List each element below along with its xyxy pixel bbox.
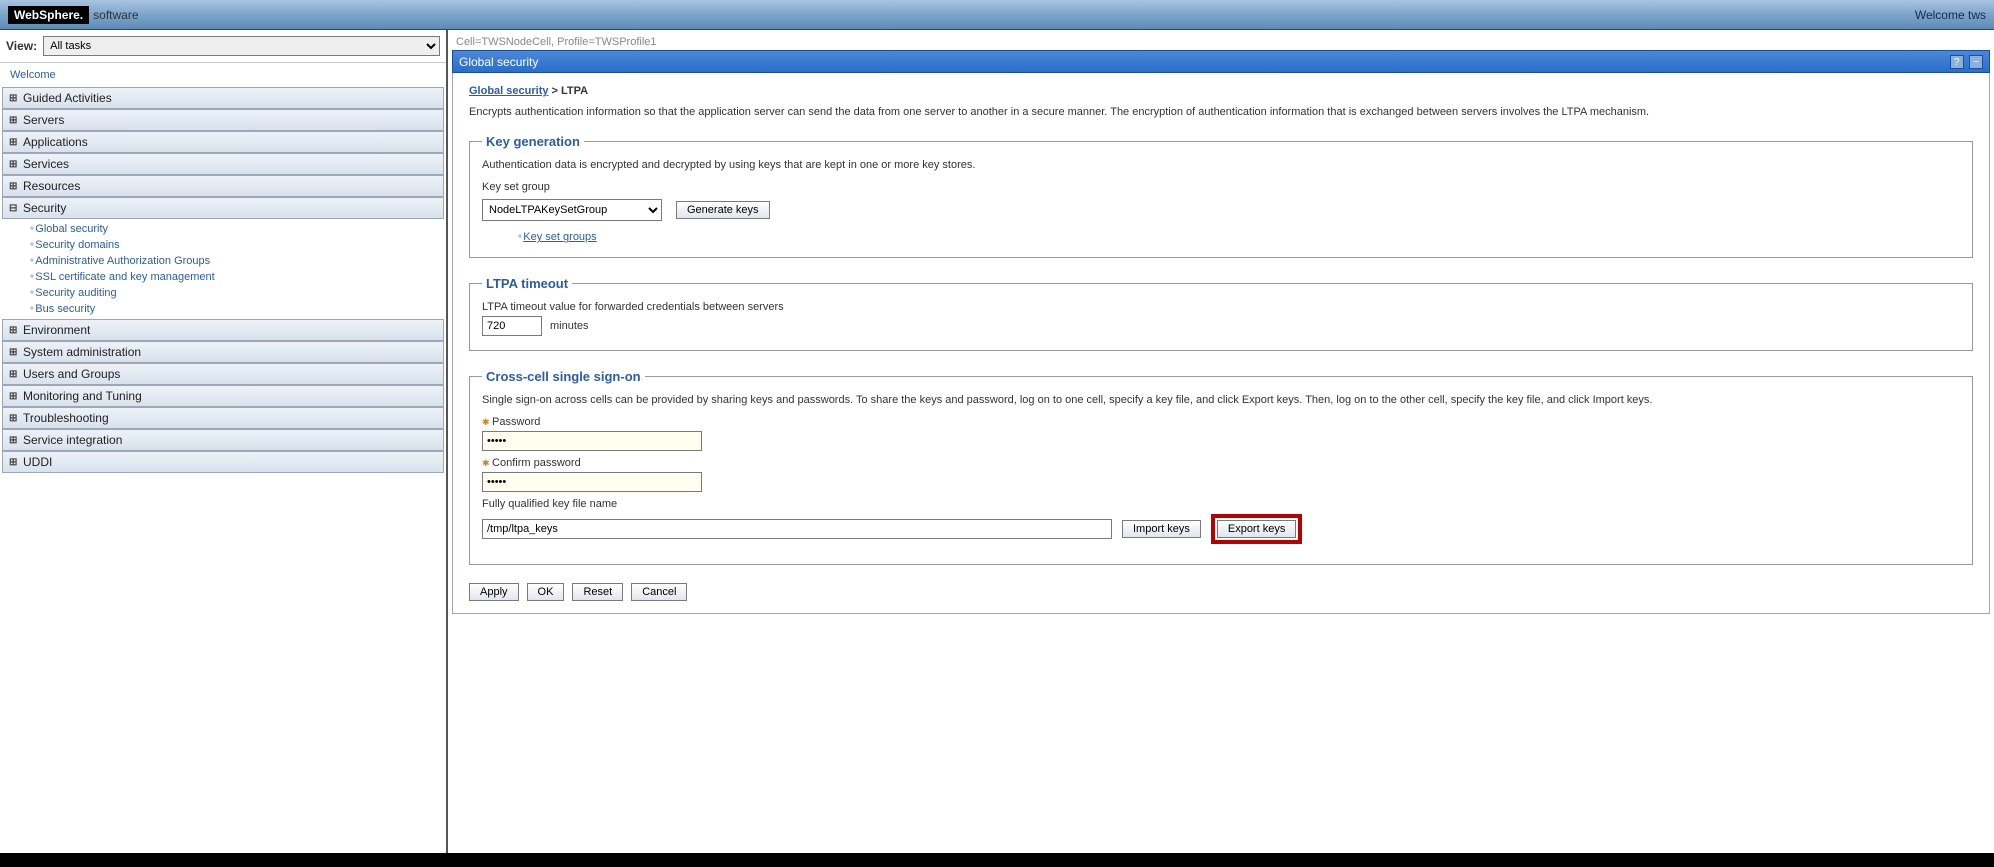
nav-section-label: Guided Activities — [23, 91, 112, 105]
nav-section-label: Monitoring and Tuning — [23, 389, 142, 403]
nav-section-label: System administration — [23, 345, 141, 359]
keygen-legend: Key generation — [482, 134, 584, 149]
nav-section-security[interactable]: ⊟ Security — [2, 197, 444, 219]
expand-icon: ⊞ — [9, 159, 19, 170]
nav-section-uddi[interactable]: ⊞ UDDI — [2, 451, 444, 473]
expand-icon: ⊞ — [9, 93, 19, 104]
keygen-section: Key generation Authentication data is en… — [469, 134, 1973, 258]
ksg-select[interactable]: NodeLTPAKeySetGroup — [482, 199, 662, 221]
ok-button[interactable]: OK — [527, 583, 565, 601]
expand-icon: ⊞ — [9, 457, 19, 468]
logo: WebSphere. software — [8, 6, 139, 24]
nav-section-environment[interactable]: ⊞ Environment — [2, 319, 444, 341]
breadcrumb: Global security > LTPA — [469, 85, 1973, 97]
navigation-panel: View: All tasks Welcome ⊞ Guided Activiti… — [0, 30, 448, 853]
nav-subitem-security-domains[interactable]: Security domains — [30, 237, 444, 253]
nav-section-resources[interactable]: ⊞ Resources — [2, 175, 444, 197]
cancel-button[interactable]: Cancel — [631, 583, 687, 601]
key-set-groups-link[interactable]: Key set groups — [523, 231, 596, 243]
nav-section-service-integration[interactable]: ⊞ Service integration — [2, 429, 444, 451]
logo-main: WebSphere. — [8, 6, 89, 24]
nav-section-system-administration[interactable]: ⊞ System administration — [2, 341, 444, 363]
keyfile-input[interactable] — [482, 519, 1112, 539]
nav-section-users-and-groups[interactable]: ⊞ Users and Groups — [2, 363, 444, 385]
minimize-icon[interactable]: − — [1969, 55, 1983, 69]
collapse-icon: ⊟ — [9, 203, 19, 214]
confirm-password-label: Confirm password — [482, 457, 1960, 469]
footer-buttons: Apply OK Reset Cancel — [469, 583, 1973, 601]
view-label: View: — [6, 39, 37, 53]
password-input[interactable] — [482, 431, 702, 451]
top-banner: WebSphere. software Welcome tws — [0, 0, 1994, 30]
timeout-legend: LTPA timeout — [482, 276, 572, 291]
nav-subitem-ssl-certificate-and-key-management[interactable]: SSL certificate and key management — [30, 269, 444, 285]
expand-icon: ⊞ — [9, 181, 19, 192]
expand-icon: ⊞ — [9, 413, 19, 424]
timeout-label: LTPA timeout value for forwarded credent… — [482, 301, 1960, 313]
page-title-bar: Global security ? − — [452, 50, 1990, 73]
expand-icon: ⊞ — [9, 115, 19, 126]
export-keys-button[interactable]: Export keys — [1217, 520, 1296, 538]
nav-section-label: Services — [23, 157, 69, 171]
nav-section-guided-activities[interactable]: ⊞ Guided Activities — [2, 87, 444, 109]
expand-icon: ⊞ — [9, 435, 19, 446]
bottom-bar — [0, 853, 1994, 867]
export-highlight: Export keys — [1211, 514, 1302, 544]
content-panel: Cell=TWSNodeCell, Profile=TWSProfile1 Gl… — [448, 30, 1994, 853]
password-label: Password — [482, 416, 1960, 428]
page-title: Global security — [459, 55, 538, 69]
cell-info: Cell=TWSNodeCell, Profile=TWSProfile1 — [452, 34, 1990, 50]
nav-subitem-security-auditing[interactable]: Security auditing — [30, 285, 444, 301]
sso-section: Cross-cell single sign-on Single sign-on… — [469, 369, 1973, 565]
nav-welcome-link[interactable]: Welcome — [0, 63, 446, 87]
timeout-section: LTPA timeout LTPA timeout value for forw… — [469, 276, 1973, 351]
page-description: Encrypts authentication information so t… — [469, 105, 1973, 120]
generate-keys-button[interactable]: Generate keys — [676, 201, 770, 219]
sso-legend: Cross-cell single sign-on — [482, 369, 645, 384]
nav-section-servers[interactable]: ⊞ Servers — [2, 109, 444, 131]
breadcrumb-current: LTPA — [561, 85, 588, 97]
nav-section-label: Resources — [23, 179, 80, 193]
nav-section-label: UDDI — [23, 455, 52, 469]
nav-section-label: Environment — [23, 323, 90, 337]
nav-section-label: Security — [23, 201, 66, 215]
reset-button[interactable]: Reset — [572, 583, 623, 601]
logo-sub: software — [93, 8, 138, 22]
nav-section-label: Service integration — [23, 433, 122, 447]
breadcrumb-link[interactable]: Global security — [469, 85, 548, 97]
timeout-unit: minutes — [550, 320, 589, 332]
nav-section-label: Troubleshooting — [23, 411, 109, 425]
view-select[interactable]: All tasks — [43, 36, 440, 56]
nav-subitem-administrative-authorization-groups[interactable]: Administrative Authorization Groups — [30, 253, 444, 269]
confirm-password-input[interactable] — [482, 472, 702, 492]
welcome-user: Welcome tws — [1915, 8, 1986, 22]
apply-button[interactable]: Apply — [469, 583, 519, 601]
nav-subitem-bus-security[interactable]: Bus security — [30, 301, 444, 317]
nav-subitem-global-security[interactable]: Global security — [30, 221, 444, 237]
nav-section-label: Servers — [23, 113, 64, 127]
keygen-text: Authentication data is encrypted and dec… — [482, 159, 1960, 171]
nav-section-applications[interactable]: ⊞ Applications — [2, 131, 444, 153]
expand-icon: ⊞ — [9, 347, 19, 358]
help-icon[interactable]: ? — [1950, 55, 1964, 69]
ksg-label: Key set group — [482, 181, 1960, 193]
nav-section-troubleshooting[interactable]: ⊞ Troubleshooting — [2, 407, 444, 429]
sso-text: Single sign-on across cells can be provi… — [482, 394, 1960, 406]
nav-section-monitoring-and-tuning[interactable]: ⊞ Monitoring and Tuning — [2, 385, 444, 407]
expand-icon: ⊞ — [9, 325, 19, 336]
keyfile-label: Fully qualified key file name — [482, 498, 1960, 510]
import-keys-button[interactable]: Import keys — [1122, 520, 1201, 538]
nav-section-services[interactable]: ⊞ Services — [2, 153, 444, 175]
nav-section-label: Users and Groups — [23, 367, 120, 381]
expand-icon: ⊞ — [9, 369, 19, 380]
expand-icon: ⊞ — [9, 391, 19, 402]
nav-section-label: Applications — [23, 135, 88, 149]
timeout-input[interactable] — [482, 316, 542, 336]
expand-icon: ⊞ — [9, 137, 19, 148]
